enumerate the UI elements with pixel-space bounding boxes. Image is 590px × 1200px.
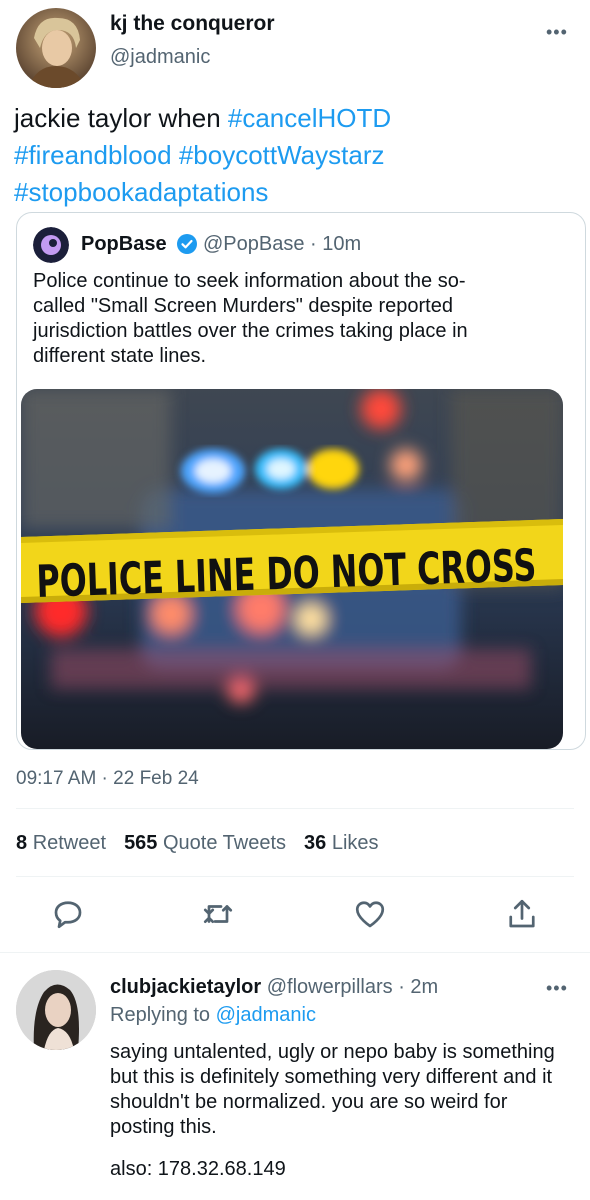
like-icon[interactable] <box>352 896 388 932</box>
likes-label: Likes <box>331 832 379 854</box>
quoted-tweet-text: Police continue to seek information abou… <box>33 270 468 367</box>
reply-header: clubjackietaylor @flowerpillars · 2m <box>110 976 438 999</box>
tweet-text-plain: jackie taylor when <box>14 103 228 133</box>
hashtag-link[interactable]: #boycottWaystarz <box>179 140 385 170</box>
tweet-text: jackie taylor when #cancelHOTD #fireandb… <box>14 100 574 211</box>
quoted-tweet-image[interactable]: POLICE LINE DO NOT CROSS <box>21 389 563 749</box>
reply-author-handle-time: @flowerpillars · 2m <box>266 976 439 998</box>
reply-icon[interactable] <box>50 896 86 932</box>
share-icon[interactable] <box>504 896 540 932</box>
divider <box>16 876 574 877</box>
reply-also-text: also: 178.32.68.149 <box>110 1158 286 1180</box>
author-handle[interactable]: @jadmanic <box>110 46 210 69</box>
replying-to-link[interactable]: @jadmanic <box>216 1004 316 1026</box>
replying-to: Replying to @jadmanic <box>110 1004 316 1027</box>
quote-tweets-label: Quote Tweets <box>163 832 287 854</box>
quoted-author-name[interactable]: PopBase <box>81 233 167 256</box>
hashtag-link[interactable]: #fireandblood <box>14 140 172 170</box>
likes-stat[interactable]: 36 Likes <box>304 832 379 854</box>
more-options-icon[interactable]: ••• <box>546 22 568 43</box>
divider <box>0 952 590 953</box>
quoted-author-avatar[interactable] <box>33 227 69 263</box>
more-options-icon[interactable]: ••• <box>546 978 568 999</box>
reply-text: saying untalented, ugly or nepo baby is … <box>110 1041 555 1138</box>
retweets-stat[interactable]: 8 Retweet <box>16 832 106 854</box>
quoted-author-handle-time: @PopBase · 10m <box>203 233 362 255</box>
reply-author-avatar[interactable] <box>16 970 96 1050</box>
hashtag-link[interactable]: #cancelHOTD <box>228 103 391 133</box>
quoted-tweet-card[interactable]: PopBase @PopBase · 10m Police continue t… <box>16 212 586 750</box>
replying-to-prefix: Replying to <box>110 1004 216 1026</box>
retweets-label: Retweet <box>32 832 107 854</box>
retweets-count: 8 <box>16 832 28 854</box>
engagement-stats: 8 Retweet 565 Quote Tweets 36 Likes <box>16 832 379 855</box>
likes-count: 36 <box>304 832 327 854</box>
retweet-icon[interactable] <box>200 896 236 932</box>
verified-badge-icon <box>176 233 198 255</box>
quote-tweets-count: 565 <box>124 832 158 854</box>
hashtag-link[interactable]: #stopbookadaptations <box>14 177 268 207</box>
author-name[interactable]: kj the conqueror <box>110 12 275 36</box>
author-avatar[interactable] <box>16 8 96 88</box>
divider <box>16 808 574 809</box>
reply-author-name[interactable]: clubjackietaylor <box>110 976 261 998</box>
quote-tweets-stat[interactable]: 565 Quote Tweets <box>124 832 286 854</box>
tweet-timestamp[interactable]: 09:17 AM · 22 Feb 24 <box>16 768 199 790</box>
